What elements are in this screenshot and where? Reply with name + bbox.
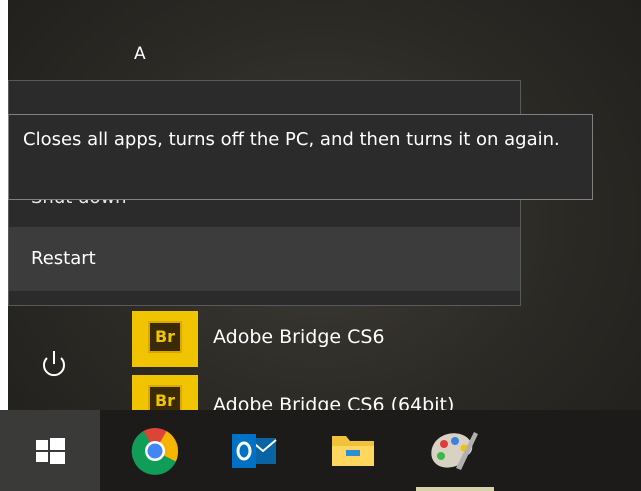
app-list-item-adobe-bridge-cs6[interactable]: Adobe Bridge CS6 [213, 326, 385, 348]
adobe-bridge-icon: Br [148, 385, 182, 410]
windows-start-icon [36, 438, 65, 464]
power-icon [43, 351, 65, 377]
chrome-icon [131, 428, 179, 475]
taskbar-outlook[interactable] [210, 410, 296, 491]
adobe-bridge-icon: Br [148, 321, 182, 353]
app-list-letter-header[interactable]: A [134, 44, 146, 64]
restart-tooltip: Closes all apps, turns off the PC, and t… [8, 114, 593, 200]
outlook-icon [232, 434, 277, 468]
restart-label: Restart [31, 248, 96, 269]
window-edge [0, 0, 8, 410]
file-explorer-icon [332, 436, 374, 466]
restart-menu-item[interactable]: Restart [9, 227, 520, 291]
app-list-item-adobe-bridge-cs6-64bit[interactable]: Adobe Bridge CS6 (64bit) [213, 394, 454, 410]
adobe-bridge-tile[interactable]: Br [132, 311, 198, 367]
app-list-item-clip: Adobe Bridge CS6 (64bit) [213, 388, 513, 410]
taskbar-paint[interactable] [408, 410, 494, 491]
adobe-bridge-64bit-tile[interactable]: Br [132, 375, 198, 410]
paint-running-indicator [416, 487, 494, 491]
taskbar-file-explorer[interactable] [310, 410, 396, 491]
power-button[interactable] [32, 342, 76, 386]
taskbar-chrome[interactable] [112, 410, 198, 491]
paint-icon [431, 432, 478, 470]
start-button[interactable] [0, 410, 100, 491]
taskbar [0, 410, 641, 491]
